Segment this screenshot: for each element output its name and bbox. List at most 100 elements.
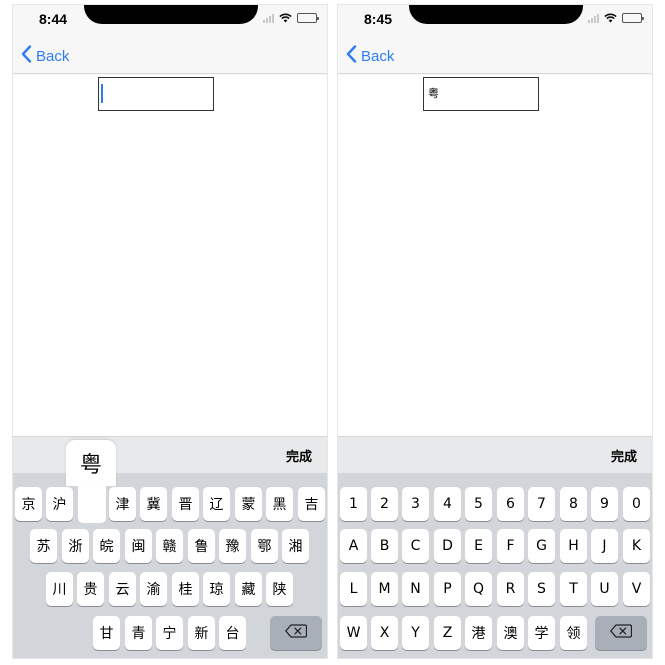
key[interactable]: R: [497, 572, 524, 606]
wifi-icon: [604, 13, 617, 23]
key[interactable]: 宁: [156, 616, 183, 650]
key[interactable]: G: [528, 529, 555, 563]
key[interactable]: 赣: [156, 529, 183, 563]
key[interactable]: K: [623, 529, 650, 563]
key[interactable]: 0: [623, 487, 650, 521]
key[interactable]: 5: [465, 487, 492, 521]
key[interactable]: A: [340, 529, 367, 563]
notch: [84, 5, 258, 24]
key[interactable]: 领: [560, 616, 587, 650]
key[interactable]: 8: [560, 487, 587, 521]
backspace-icon: [285, 624, 308, 642]
signal-icon: [263, 13, 274, 23]
delete-key[interactable]: [270, 616, 322, 650]
key[interactable]: 皖: [93, 529, 120, 563]
phone-screen-right: 8:45 Back 粤 完成 1 2 3 4 5 6 7 8 9 0 A B C…: [337, 4, 653, 659]
key[interactable]: L: [340, 572, 367, 606]
key[interactable]: 黑: [266, 487, 293, 521]
backspace-icon: [610, 624, 633, 642]
key[interactable]: Q: [465, 572, 492, 606]
key[interactable]: 蒙: [235, 487, 262, 521]
done-button[interactable]: 完成: [286, 446, 312, 465]
key[interactable]: 7: [528, 487, 555, 521]
key[interactable]: 青: [125, 616, 152, 650]
key[interactable]: 学: [528, 616, 555, 650]
plate-text-value: 粤: [428, 87, 439, 100]
key[interactable]: 2: [371, 487, 398, 521]
back-button[interactable]: Back: [346, 45, 394, 67]
delete-key[interactable]: [595, 616, 647, 650]
key[interactable]: W: [340, 616, 367, 650]
key-popup: 粤: [66, 440, 116, 486]
key[interactable]: 浙: [62, 529, 89, 563]
keyboard-toolbar: 完成: [338, 436, 652, 473]
key[interactable]: 贵: [77, 572, 104, 606]
key[interactable]: 澳: [497, 616, 524, 650]
plate-text-field[interactable]: [98, 77, 214, 111]
key[interactable]: D: [434, 529, 461, 563]
key[interactable]: 辽: [203, 487, 230, 521]
key[interactable]: X: [371, 616, 398, 650]
key[interactable]: 台: [219, 616, 246, 650]
status-bar: 8:44: [13, 5, 327, 35]
keyboard-toolbar: 完成: [13, 436, 327, 473]
key[interactable]: U: [591, 572, 618, 606]
status-time: 8:45: [364, 11, 393, 27]
key[interactable]: 港: [465, 616, 492, 650]
back-button[interactable]: Back: [21, 45, 69, 67]
key[interactable]: 新: [188, 616, 215, 650]
key[interactable]: B: [371, 529, 398, 563]
key[interactable]: C: [402, 529, 429, 563]
key[interactable]: 1: [340, 487, 367, 521]
key[interactable]: M: [371, 572, 398, 606]
key[interactable]: Y: [402, 616, 429, 650]
key[interactable]: 苏: [30, 529, 57, 563]
back-label: Back: [361, 47, 395, 65]
key[interactable]: 川: [46, 572, 73, 606]
key[interactable]: 琼: [203, 572, 230, 606]
key[interactable]: 桂: [172, 572, 199, 606]
key[interactable]: 京: [15, 487, 42, 521]
key[interactable]: P: [434, 572, 461, 606]
key[interactable]: 云: [109, 572, 136, 606]
key[interactable]: 渝: [140, 572, 167, 606]
navigation-bar: Back: [13, 35, 327, 74]
key[interactable]: 9: [591, 487, 618, 521]
done-button[interactable]: 完成: [611, 446, 637, 465]
key[interactable]: Z: [434, 616, 461, 650]
text-caret: [101, 84, 103, 103]
key[interactable]: E: [465, 529, 492, 563]
phone-screen-left: 8:44 Back 完成 京 沪 津 冀 晋 辽 蒙 黑 吉 苏 浙 皖 闽 赣…: [12, 4, 328, 659]
key[interactable]: 甘: [93, 616, 120, 650]
key[interactable]: 4: [434, 487, 461, 521]
key[interactable]: 湘: [282, 529, 309, 563]
alphanumeric-keyboard: 1 2 3 4 5 6 7 8 9 0 A B C D E F G H J K …: [338, 473, 652, 658]
key[interactable]: S: [528, 572, 555, 606]
key[interactable]: 冀: [140, 487, 167, 521]
key[interactable]: J: [591, 529, 618, 563]
key[interactable]: H: [560, 529, 587, 563]
key[interactable]: 鄂: [251, 529, 278, 563]
key[interactable]: 陕: [266, 572, 293, 606]
key[interactable]: 6: [497, 487, 524, 521]
key[interactable]: 津: [109, 487, 136, 521]
key[interactable]: 闽: [125, 529, 152, 563]
content-area: [13, 75, 327, 436]
chevron-left-icon: [21, 45, 32, 67]
battery-icon: [297, 13, 319, 23]
key[interactable]: 晋: [172, 487, 199, 521]
key[interactable]: 沪: [46, 487, 73, 521]
key[interactable]: V: [623, 572, 650, 606]
key[interactable]: 3: [402, 487, 429, 521]
chevron-left-icon: [346, 45, 357, 67]
status-icons: [588, 13, 644, 23]
key[interactable]: 鲁: [188, 529, 215, 563]
plate-text-field[interactable]: 粤: [423, 77, 539, 111]
key[interactable]: 藏: [235, 572, 262, 606]
key[interactable]: 豫: [219, 529, 246, 563]
back-label: Back: [36, 47, 70, 65]
key[interactable]: F: [497, 529, 524, 563]
key[interactable]: T: [560, 572, 587, 606]
key[interactable]: 吉: [298, 487, 325, 521]
key[interactable]: N: [402, 572, 429, 606]
